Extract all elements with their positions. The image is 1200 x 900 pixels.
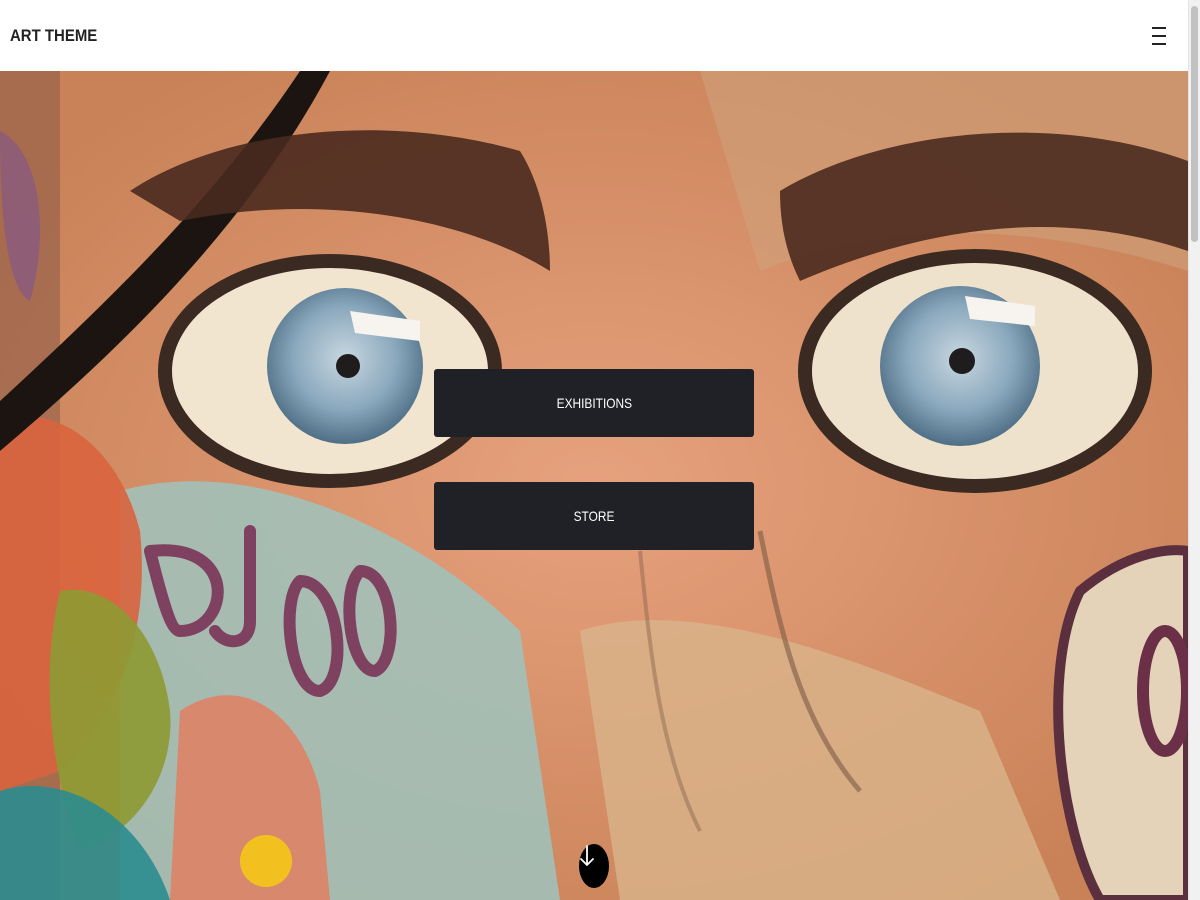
scroll-down-button[interactable] bbox=[579, 844, 609, 888]
page-scrollbar[interactable] bbox=[1188, 0, 1200, 900]
arrow-down-icon bbox=[580, 845, 594, 866]
site-header: ART THEME bbox=[0, 0, 1188, 71]
scrollbar-thumb[interactable] bbox=[1191, 6, 1198, 242]
exhibitions-button[interactable]: EXHIBITIONS bbox=[434, 369, 754, 437]
store-button[interactable]: STORE bbox=[434, 482, 754, 550]
exhibitions-button-label: EXHIBITIONS bbox=[556, 395, 632, 411]
site-logo[interactable]: ART THEME bbox=[10, 26, 97, 46]
hero-section: EXHIBITIONS STORE bbox=[0, 71, 1188, 900]
hamburger-menu-icon[interactable] bbox=[1152, 26, 1168, 46]
store-button-label: STORE bbox=[573, 508, 615, 524]
